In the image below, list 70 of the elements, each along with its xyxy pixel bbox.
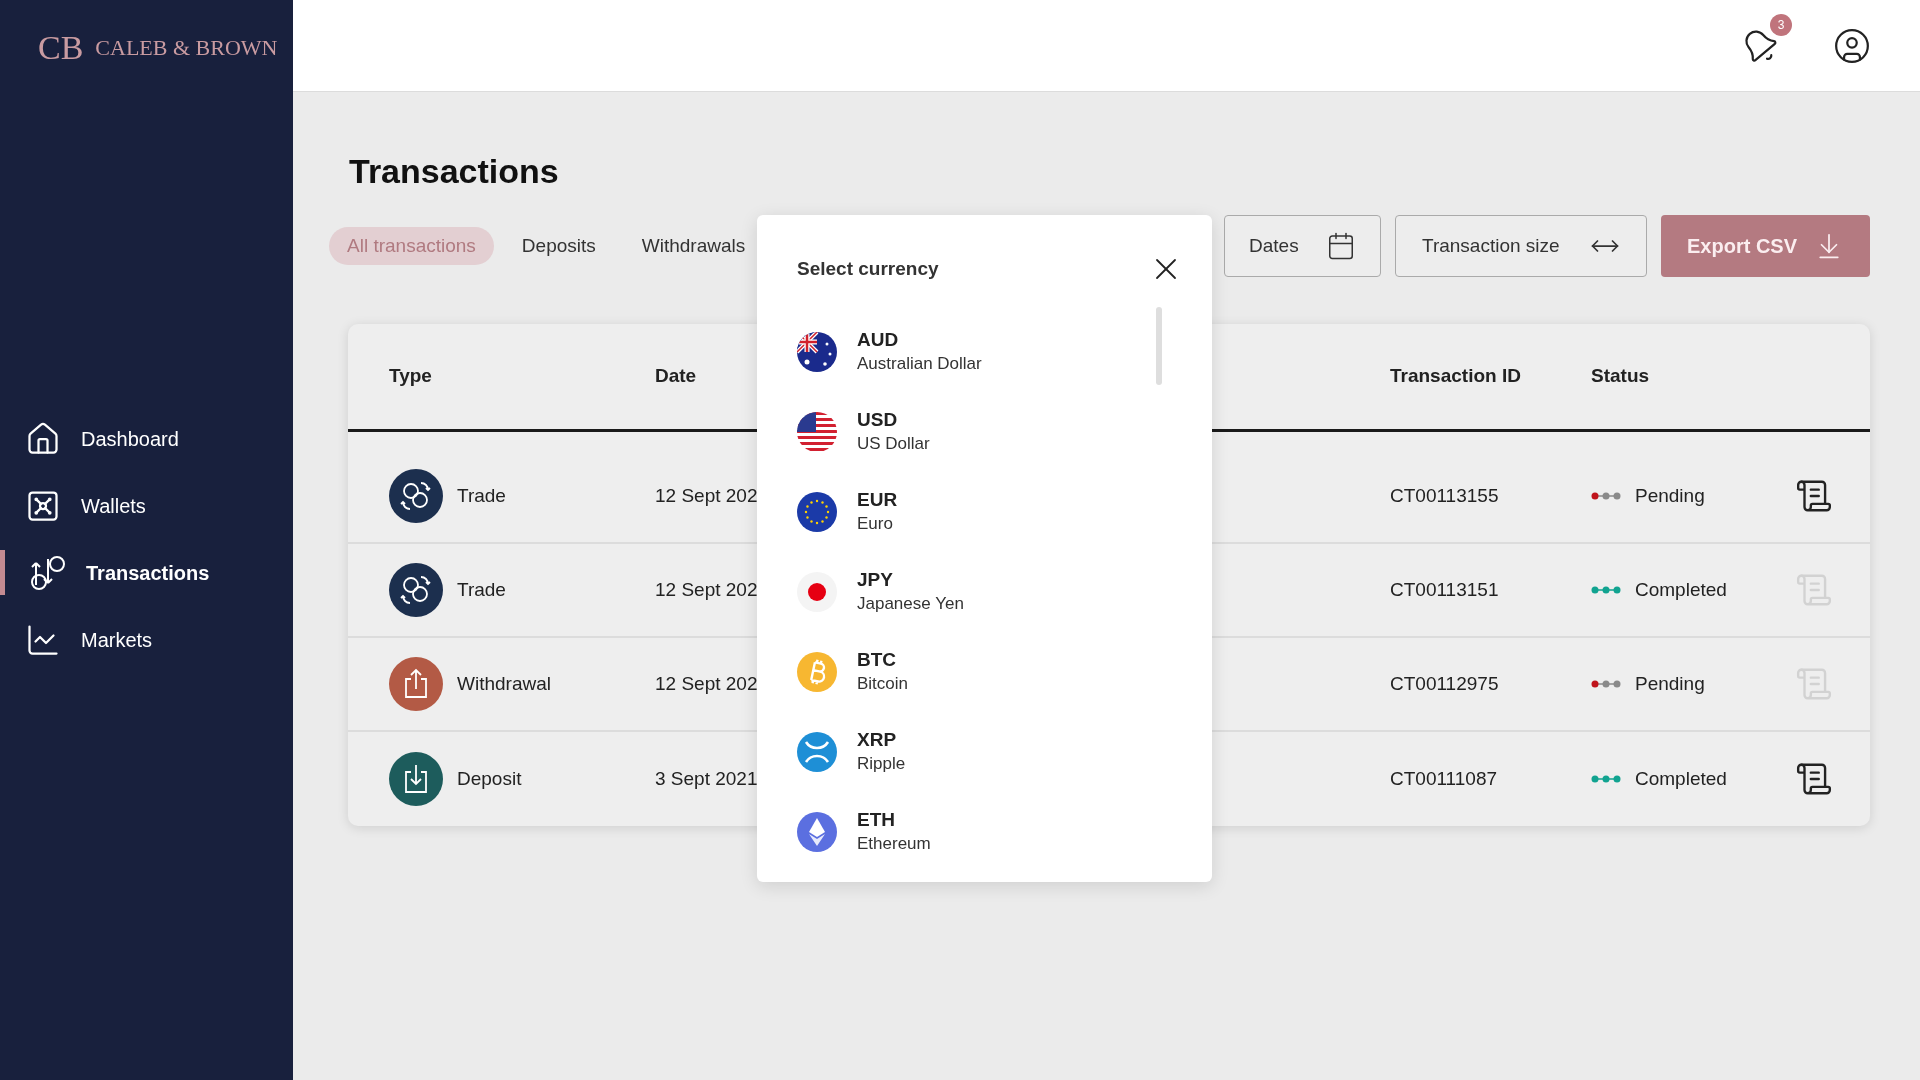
notification-badge: 3 [1770,13,1792,36]
japan-flag-icon [797,572,837,612]
currency-name: Ethereum [857,833,931,855]
currency-name: Bitcoin [857,673,909,695]
filter-tab[interactable]: Deposits [503,227,614,265]
table-cell-text: 12 Sept 202 [655,671,758,696]
user-icon [1833,26,1871,65]
currency-code: XRP [857,728,898,752]
currency-option[interactable]: AUD Australian Dollar [797,321,1117,383]
table-cell-text: 12 Sept 202 [655,577,758,602]
currency-code: AUD [857,328,900,352]
currency-code: JPY [857,568,894,592]
ripple-icon [797,732,837,772]
scrollbar[interactable] [1156,307,1162,385]
coin-exchange-icon [389,469,443,523]
dates-filter-button[interactable]: Dates [1224,215,1381,277]
column-header: Type [389,364,432,389]
eu-flag-icon [797,492,837,532]
column-header: Transaction ID [1390,364,1521,389]
page-title: Transactions [349,151,560,192]
column-header: Date [655,364,697,389]
status-label: Pending [1635,671,1705,696]
currency-code: ETH [857,808,896,832]
calendar-icon [1326,231,1356,261]
upload-icon [389,657,443,711]
currency-option[interactable]: BTC Bitcoin [797,641,1117,703]
column-header: Status [1591,364,1650,389]
usa-flag-icon [797,412,837,452]
currency-option[interactable]: XRP Ripple [797,721,1117,783]
australia-flag-icon [797,332,837,372]
coin-exchange-icon [389,563,443,617]
logo-wordmark: CALEB & BROWN [95,37,278,59]
status-label: Completed [1635,766,1727,791]
currency-name: Australian Dollar [857,353,982,375]
currency-name: US Dollar [857,433,930,455]
ethereum-icon [797,812,837,852]
bitcoin-icon [797,652,837,692]
table-cell-text: 12 Sept 202 [655,483,758,508]
table-cell-text: CT00113155 [1390,483,1499,508]
popup-title: Select currency [797,256,939,281]
currency-option[interactable]: JPY Japanese Yen [797,561,1117,623]
currency-name: Ripple [857,753,906,775]
home-icon [25,420,61,457]
coins-arrows-icon [30,554,66,591]
table-cell-text: CT00113151 [1390,577,1499,602]
table-cell-text: Deposit [457,766,522,791]
table-cell-text: Trade [457,483,506,508]
table-cell-text: Trade [457,577,506,602]
nav-item[interactable]: Markets [0,617,293,662]
currency-code: BTC [857,648,898,672]
nav-item[interactable]: Transactions [0,550,293,595]
table-cell-text: CT00112975 [1390,671,1499,696]
currency-option[interactable]: EUR Euro [797,481,1117,543]
transaction-size-filter-button[interactable]: Transaction size [1395,215,1647,277]
status-label: Completed [1635,577,1727,602]
currency-option[interactable]: USD US Dollar [797,401,1117,463]
nav-item[interactable]: Wallets [0,483,293,528]
currency-name: Japanese Yen [857,593,964,615]
table-cell-text: 3 Sept 2021 [655,766,758,791]
currency-code: USD [857,408,899,432]
nav-item[interactable]: Dashboard [0,416,293,461]
download-icon [389,752,443,806]
status-label: Pending [1635,483,1705,508]
table-cell-text: CT00111087 [1390,766,1498,791]
currency-option[interactable]: ETH Ethereum [797,801,1117,863]
filter-tab[interactable]: Withdrawals [623,227,764,265]
currency-code: EUR [857,488,898,512]
table-cell-text: Withdrawal [457,671,551,696]
currency-name: Euro [857,513,894,535]
logo-monogram: CB [38,31,84,65]
